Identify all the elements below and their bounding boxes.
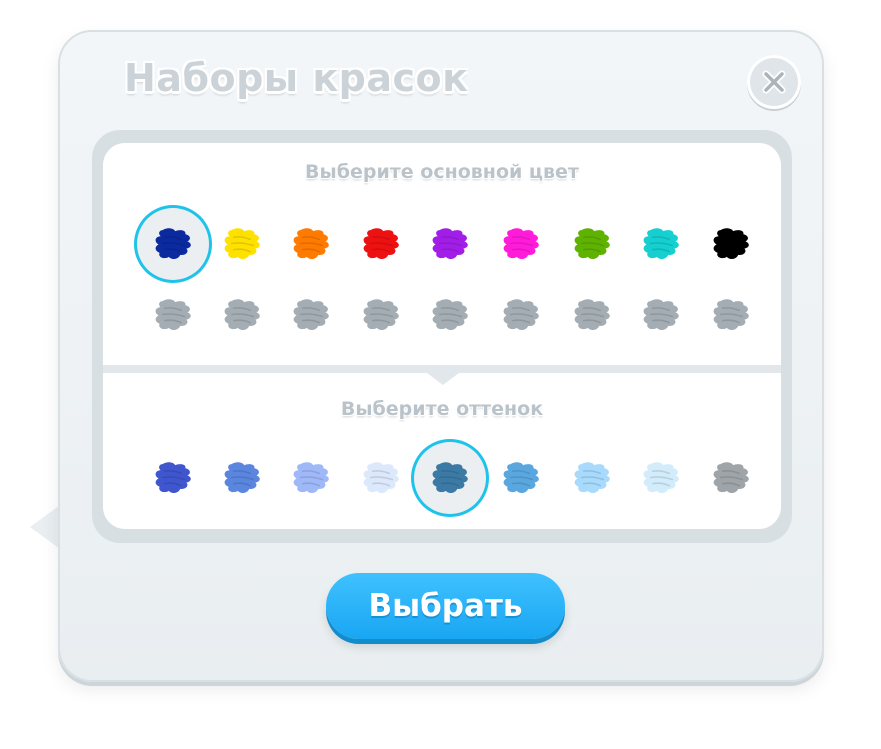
base-color-swatch[interactable] xyxy=(556,208,628,280)
paint-blob-icon xyxy=(155,299,191,330)
paint-blob-icon xyxy=(643,462,679,493)
locked-color-swatch xyxy=(137,279,209,351)
base-color-swatch[interactable] xyxy=(206,208,278,280)
select-button[interactable]: Выбрать xyxy=(326,573,565,639)
shade-swatch[interactable] xyxy=(275,442,347,514)
base-color-swatch[interactable] xyxy=(625,208,697,280)
locked-color-swatch xyxy=(206,279,278,351)
paint-blob-icon xyxy=(432,299,468,330)
paint-blob-icon xyxy=(432,462,468,493)
paint-blob-icon xyxy=(224,462,260,493)
base-color-swatch[interactable] xyxy=(485,208,557,280)
paint-blob-icon xyxy=(503,462,539,493)
paint-blob-icon xyxy=(155,228,191,259)
paint-blob-icon xyxy=(713,228,749,259)
shade-label: Выберите оттенок xyxy=(340,398,544,420)
locked-color-swatch xyxy=(485,279,557,351)
paint-blob-icon xyxy=(713,299,749,330)
paint-blob-icon xyxy=(224,299,260,330)
shade-swatch[interactable] xyxy=(206,442,278,514)
paint-blob-icon xyxy=(574,462,610,493)
locked-color-swatch xyxy=(625,279,697,351)
shade-swatch[interactable] xyxy=(625,442,697,514)
paint-blob-icon xyxy=(293,228,329,259)
paint-blob-icon xyxy=(363,228,399,259)
palette-panel: Выберите основной цвет Выберите оттенок xyxy=(103,143,781,529)
locked-color-swatch xyxy=(556,279,628,351)
base-color-swatch[interactable] xyxy=(695,208,767,280)
paint-blob-icon xyxy=(574,228,610,259)
section-divider-notch xyxy=(419,367,467,385)
base-color-swatch[interactable] xyxy=(345,208,417,280)
paint-blob-icon xyxy=(363,299,399,330)
paint-blob-icon xyxy=(155,462,191,493)
dialog-pointer xyxy=(30,505,60,549)
locked-color-swatch xyxy=(345,279,417,351)
paint-blob-icon xyxy=(224,228,260,259)
locked-color-swatch xyxy=(275,279,347,351)
dialog-title: Наборы красок xyxy=(124,56,469,100)
shade-swatch[interactable] xyxy=(556,442,628,514)
paint-blob-icon xyxy=(503,228,539,259)
shade-swatch[interactable] xyxy=(137,442,209,514)
shade-swatch[interactable] xyxy=(695,442,767,514)
locked-color-swatch xyxy=(695,279,767,351)
paint-blob-icon xyxy=(363,462,399,493)
close-button[interactable] xyxy=(747,55,801,109)
paint-blob-icon xyxy=(643,299,679,330)
paint-blob-icon xyxy=(293,299,329,330)
paint-blob-icon xyxy=(643,228,679,259)
base-color-swatch[interactable] xyxy=(137,208,209,280)
shade-swatch[interactable] xyxy=(345,442,417,514)
base-color-swatch[interactable] xyxy=(275,208,347,280)
base-color-swatch[interactable] xyxy=(414,208,486,280)
paint-blob-icon xyxy=(713,462,749,493)
close-icon xyxy=(762,70,786,94)
paint-blob-icon xyxy=(432,228,468,259)
paint-blob-icon xyxy=(574,299,610,330)
shade-swatch[interactable] xyxy=(485,442,557,514)
paint-blob-icon xyxy=(503,299,539,330)
paint-blob-icon xyxy=(293,462,329,493)
shade-swatch[interactable] xyxy=(414,442,486,514)
locked-color-swatch xyxy=(414,279,486,351)
base-color-label: Выберите основной цвет xyxy=(305,161,579,183)
